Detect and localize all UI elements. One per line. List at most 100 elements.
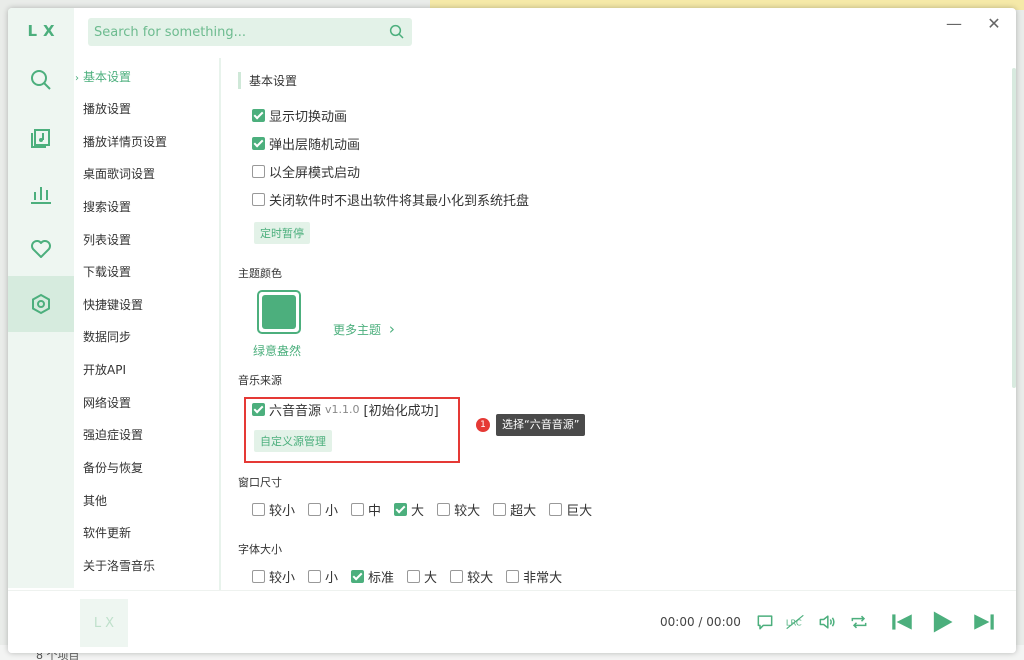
- font-size-option[interactable]: 小: [308, 567, 338, 586]
- nav-item-odc[interactable]: 强迫症设置: [83, 426, 143, 443]
- settings-nav: › 基本设置 播放设置 播放详情页设置 桌面歌词设置 搜索设置 列表设置 下载设置…: [74, 58, 220, 590]
- search-icon[interactable]: [388, 23, 406, 41]
- checkbox-unchecked[interactable]: [407, 570, 421, 583]
- checkbox-checked[interactable]: [394, 503, 408, 516]
- desktop-lyric-button[interactable]: LRC: [784, 611, 806, 633]
- app-window: LX — ✕ ›基本设置 播放设置 播放详情页设置 桌面歌词设置 搜索设置 列表…: [8, 8, 1016, 653]
- rail-leaderboard-button[interactable]: [8, 165, 74, 221]
- previous-track-button[interactable]: [888, 611, 916, 633]
- window-size-option[interactable]: 大: [394, 500, 424, 519]
- minimize-button[interactable]: —: [943, 14, 965, 33]
- repeat-mode-button[interactable]: [848, 611, 870, 633]
- skip-next-icon: [974, 614, 994, 630]
- play-icon: [933, 611, 953, 633]
- source-option-liuyin[interactable]: 六音音源 v1.1.0 [初始化成功]: [252, 400, 439, 419]
- checkbox-unchecked[interactable]: [493, 503, 507, 516]
- font-size-option[interactable]: 非常大: [506, 567, 562, 586]
- font-size-option[interactable]: 大: [407, 567, 437, 586]
- song-list-icon: [31, 129, 50, 148]
- nav-item-backup[interactable]: 备份与恢复: [83, 459, 143, 476]
- nav-item-list[interactable]: 列表设置: [83, 231, 131, 248]
- option-popup-animation[interactable]: 弹出层随机动画: [252, 134, 360, 153]
- checkbox-unchecked[interactable]: [437, 503, 451, 516]
- option-switch-animation[interactable]: 显示切换动画: [252, 106, 347, 125]
- checkbox-unchecked[interactable]: [549, 503, 563, 516]
- nav-item-desktop-lyric[interactable]: 桌面歌词设置: [83, 165, 155, 182]
- checkbox-unchecked[interactable]: [506, 570, 520, 583]
- section-title-window-size: 窗口尺寸: [238, 476, 282, 489]
- search-box: [88, 18, 412, 46]
- search-input[interactable]: [94, 24, 388, 40]
- window-size-option[interactable]: 巨大: [549, 500, 592, 519]
- search-icon: [31, 70, 51, 90]
- font-size-option[interactable]: 较小: [252, 567, 295, 586]
- checkbox-checked[interactable]: [252, 137, 265, 150]
- nav-item-search[interactable]: 搜索设置: [83, 198, 131, 215]
- checkbox-unchecked[interactable]: [252, 193, 265, 206]
- nav-item-update[interactable]: 软件更新: [83, 524, 131, 541]
- rail-search-button[interactable]: [8, 52, 74, 108]
- app-logo: LX: [27, 22, 61, 40]
- section-title-source: 音乐来源: [238, 374, 282, 387]
- settings-icon: [32, 293, 50, 315]
- option-fullscreen-start[interactable]: 以全屏模式启动: [252, 162, 360, 181]
- nav-item-network[interactable]: 网络设置: [83, 394, 131, 411]
- nav-item-play-detail[interactable]: 播放详情页设置: [83, 133, 167, 150]
- repeat-icon: [851, 615, 867, 629]
- section-title-font-size: 字体大小: [238, 543, 282, 556]
- rail-favorites-button[interactable]: [8, 221, 74, 277]
- nav-item-about[interactable]: 关于洛雪音乐: [83, 557, 155, 574]
- left-rail: LX: [8, 8, 74, 588]
- font-size-option[interactable]: 较大: [450, 567, 493, 586]
- comment-icon: [757, 615, 773, 630]
- window-size-option[interactable]: 较小: [252, 500, 295, 519]
- nav-item-play[interactable]: 播放设置: [83, 100, 131, 117]
- theme-swatch-selected[interactable]: [257, 290, 301, 334]
- content-scrollbar[interactable]: [1012, 68, 1016, 388]
- option-minimize-to-tray[interactable]: 关闭软件时不退出软件将其最小化到系统托盘: [252, 190, 529, 209]
- nav-item-basic[interactable]: › 基本设置: [75, 68, 131, 85]
- nav-item-open-api[interactable]: 开放API: [83, 361, 126, 378]
- font-size-option[interactable]: 标准: [351, 567, 394, 586]
- nav-item-other[interactable]: 其他: [83, 492, 107, 509]
- play-button[interactable]: [928, 607, 956, 637]
- tooltip-badge: 1: [476, 418, 490, 432]
- checkbox-checked[interactable]: [252, 109, 265, 122]
- window-size-option[interactable]: 小: [308, 500, 338, 519]
- window-size-options: 较小 小 中 大 较大 超大 巨大: [252, 500, 605, 519]
- comment-button[interactable]: [754, 611, 776, 633]
- lyric-icon: LRC: [786, 614, 804, 630]
- nav-item-sync[interactable]: 数据同步: [83, 328, 131, 345]
- next-track-button[interactable]: [970, 611, 998, 633]
- close-button[interactable]: ✕: [983, 14, 1005, 33]
- album-cover[interactable]: LX: [80, 599, 128, 647]
- checkbox-unchecked[interactable]: [308, 503, 322, 516]
- play-time: 00:00 / 00:00: [660, 615, 741, 629]
- rail-settings-button[interactable]: [8, 276, 74, 332]
- nav-item-download[interactable]: 下载设置: [83, 263, 131, 280]
- custom-source-manage-button[interactable]: 自定义源管理: [254, 430, 332, 452]
- volume-icon: [819, 615, 835, 629]
- timer-pause-button[interactable]: 定时暂停: [254, 222, 310, 244]
- volume-button[interactable]: [816, 611, 838, 633]
- checkbox-checked[interactable]: [351, 570, 365, 583]
- checkbox-unchecked[interactable]: [252, 165, 265, 178]
- theme-color-fill: [262, 295, 296, 329]
- chevron-right-icon: ›: [388, 320, 395, 338]
- window-size-option[interactable]: 中: [351, 500, 381, 519]
- more-themes-link[interactable]: 更多主题 ›: [333, 320, 395, 338]
- font-size-options: 较小 小 标准 大 较大 非常大: [252, 567, 575, 586]
- checkbox-unchecked[interactable]: [351, 503, 365, 516]
- rail-song-list-button[interactable]: [8, 109, 74, 165]
- checkbox-unchecked[interactable]: [308, 570, 322, 583]
- leaderboard-icon: [31, 187, 51, 204]
- checkbox-checked[interactable]: [252, 403, 265, 416]
- window-size-option[interactable]: 超大: [493, 500, 536, 519]
- checkbox-unchecked[interactable]: [252, 503, 265, 516]
- checkbox-unchecked[interactable]: [252, 570, 265, 583]
- window-size-option[interactable]: 较大: [437, 500, 480, 519]
- section-title-basic: 基本设置: [238, 72, 297, 89]
- checkbox-unchecked[interactable]: [450, 570, 464, 583]
- heart-icon: [31, 240, 51, 258]
- nav-item-hotkey[interactable]: 快捷键设置: [83, 296, 143, 313]
